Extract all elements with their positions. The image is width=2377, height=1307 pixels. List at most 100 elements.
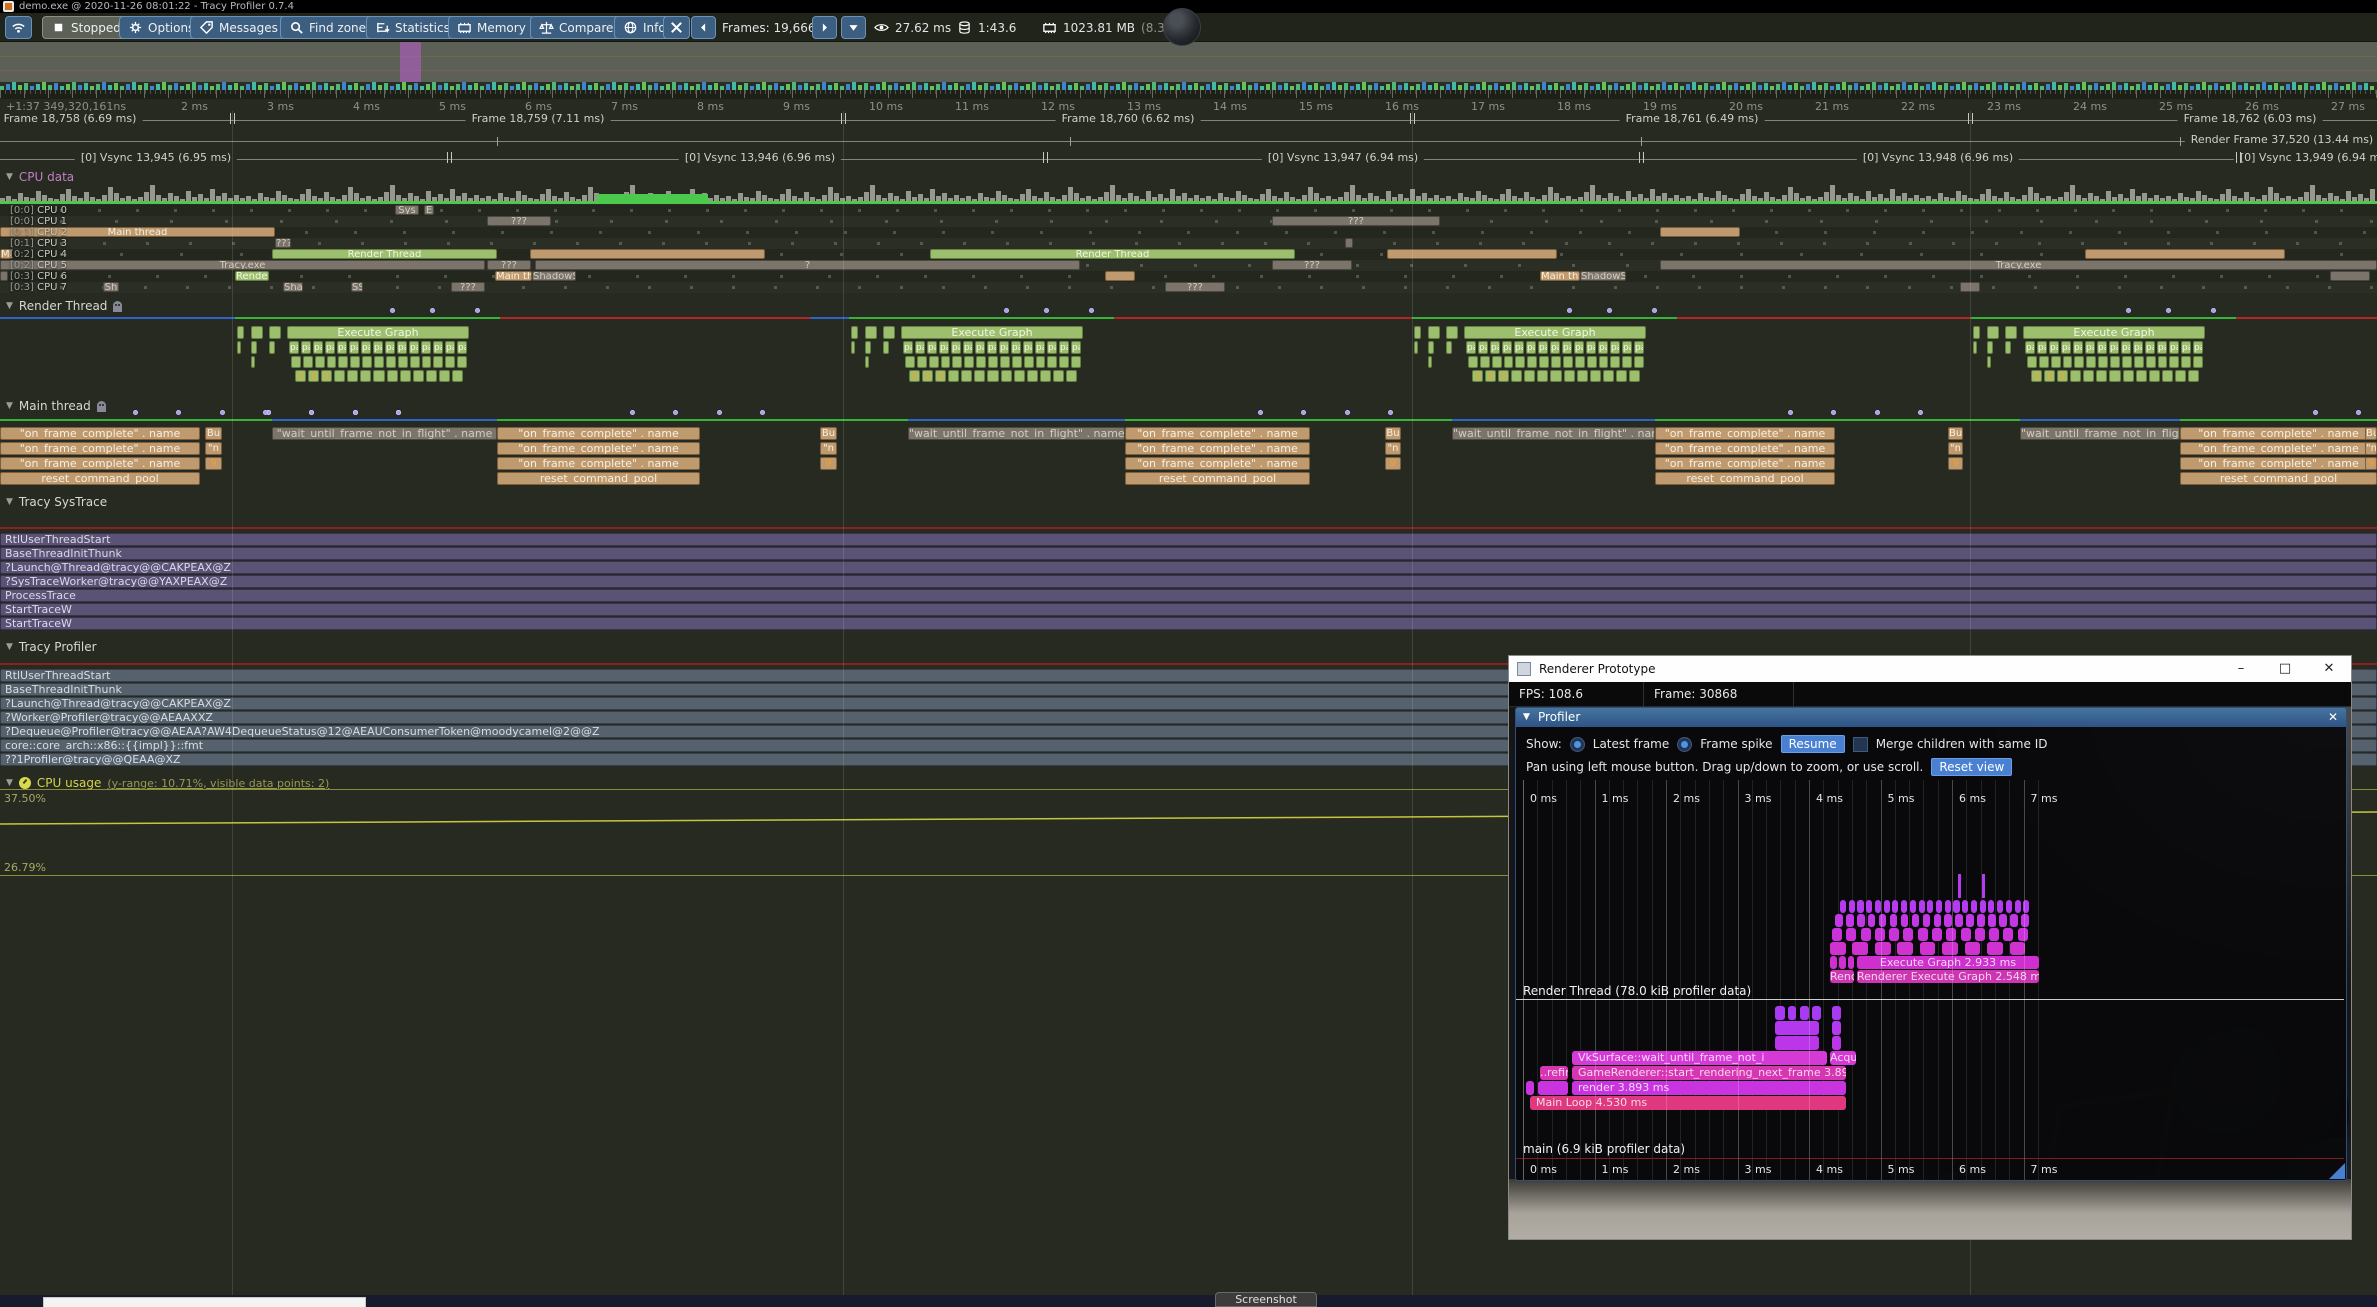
flame-bar[interactable]: ..refin: [1540, 1066, 1568, 1080]
imgui-profiler-panel[interactable]: ▼ Profiler ✕ Show: Latest frame Frame sp…: [1515, 707, 2347, 1181]
flame-bar[interactable]: [1955, 914, 1963, 927]
flame-bar[interactable]: [2003, 928, 2013, 941]
power-dial[interactable]: [1163, 8, 1201, 46]
collapse-arrow-icon[interactable]: ▼: [6, 778, 13, 788]
imgui-close-icon[interactable]: ✕: [2328, 708, 2338, 727]
flame-bar[interactable]: [1538, 1081, 1568, 1095]
maximize-button[interactable]: □: [2263, 656, 2307, 682]
flame-bar[interactable]: GameRenderer::start_rendering_next_frame…: [1572, 1066, 1846, 1080]
flame-bar[interactable]: Rende: [1830, 970, 1854, 983]
flame-bar[interactable]: [1526, 1081, 1534, 1095]
flame-bar[interactable]: Execute Graph 2.933 ms: [1857, 956, 2039, 969]
flame-bar[interactable]: [1961, 928, 1971, 941]
flame-bar[interactable]: [1975, 928, 1985, 941]
flame-bar[interactable]: [1999, 914, 2007, 927]
flame-bar[interactable]: [1923, 914, 1931, 927]
flame-bar[interactable]: [1910, 900, 1916, 913]
flame-bar[interactable]: [1852, 942, 1868, 955]
ghost-zones-icon[interactable]: [97, 401, 106, 412]
flame-bar[interactable]: [1775, 1021, 1819, 1035]
flame-bar[interactable]: [1868, 914, 1876, 927]
flame-bar[interactable]: [1934, 914, 1942, 927]
flame-bar[interactable]: [1788, 1006, 1796, 1020]
close-button[interactable]: ✕: [2307, 656, 2351, 682]
flame-bar[interactable]: [1944, 914, 1952, 927]
flame-bar[interactable]: [1932, 928, 1942, 941]
flame-bar[interactable]: Acquire: [1830, 1051, 1856, 1065]
flame-bar[interactable]: VkSurface::wait_until_frame_not_i: [1572, 1051, 1827, 1065]
flame-bar[interactable]: [1901, 900, 1907, 913]
flame-bar[interactable]: [1919, 900, 1925, 913]
flame-bar[interactable]: Renderer Execute Graph 2.548 ms: [1857, 970, 2039, 983]
flame-bar[interactable]: [1987, 942, 2003, 955]
flame-bar[interactable]: [1800, 1006, 1809, 1020]
flame-bar[interactable]: [1835, 914, 1843, 927]
flame-bar[interactable]: [2021, 914, 2029, 927]
flame-bar[interactable]: [1846, 928, 1856, 941]
ghost-zones-icon[interactable]: [113, 301, 122, 312]
flame-bar[interactable]: [1889, 928, 1899, 941]
flame-bar[interactable]: [1812, 1006, 1821, 1020]
flame-bar[interactable]: [1832, 1006, 1841, 1020]
section-header-cpu-usage[interactable]: ▼ CPU usage (y-range: 10.71%, visible da…: [6, 776, 329, 790]
flame-bar[interactable]: [1832, 1036, 1841, 1050]
collapse-arrow-icon[interactable]: ▼: [6, 172, 13, 182]
flame-bar[interactable]: [1953, 900, 1959, 913]
imgui-panel-header[interactable]: ▼ Profiler ✕: [1516, 708, 2346, 727]
flame-bar[interactable]: [1830, 956, 1837, 969]
resume-button[interactable]: Resume: [1781, 735, 1845, 753]
flame-bar[interactable]: [1846, 914, 1854, 927]
flame-bar[interactable]: [1832, 928, 1842, 941]
flame-graph-area[interactable]: 0 ms0 ms1 ms1 ms2 ms2 ms3 ms3 ms4 ms4 ms…: [1516, 780, 2346, 1180]
section-header-systrace[interactable]: ▼ Tracy SysTrace: [6, 495, 107, 509]
flame-bar[interactable]: [1901, 914, 1909, 927]
taskbar-window-item[interactable]: [43, 1297, 366, 1307]
section-header-main-thread[interactable]: ▼ Main thread: [6, 399, 106, 413]
flame-spike[interactable]: [1958, 874, 1961, 898]
minimize-button[interactable]: –: [2219, 656, 2263, 682]
flame-bar[interactable]: [1903, 928, 1913, 941]
section-header-tracy-profiler[interactable]: ▼ Tracy Profiler: [6, 640, 97, 654]
collapse-arrow-icon[interactable]: ▼: [6, 497, 13, 507]
renderer-window-titlebar[interactable]: Renderer Prototype – □ ✕: [1509, 656, 2351, 682]
flame-bar[interactable]: [1884, 900, 1890, 913]
merge-children-checkbox[interactable]: [1853, 737, 1868, 752]
section-header-cpu-data[interactable]: ▼ CPU data: [6, 170, 74, 184]
resize-grip[interactable]: [2329, 1163, 2345, 1179]
reset-view-button[interactable]: Reset view: [1931, 758, 2012, 776]
flame-bar[interactable]: [1897, 942, 1913, 955]
flame-bar[interactable]: [1849, 900, 1855, 913]
collapse-arrow-icon[interactable]: ▼: [6, 301, 13, 311]
flame-bar[interactable]: [1832, 1021, 1841, 1035]
flame-bar[interactable]: [2015, 900, 2021, 913]
flame-bar[interactable]: [1912, 914, 1920, 927]
collapse-arrow-icon[interactable]: ▼: [6, 642, 13, 652]
flame-bar[interactable]: Main Loop 4.530 ms: [1530, 1096, 1846, 1110]
flame-bar[interactable]: [1875, 942, 1891, 955]
flame-bar[interactable]: [1927, 900, 1933, 913]
flame-bar[interactable]: [2006, 900, 2012, 913]
flame-bar[interactable]: [1830, 942, 1846, 955]
flame-bar[interactable]: [1775, 1006, 1785, 1020]
flame-bar[interactable]: [1890, 914, 1898, 927]
flame-bar[interactable]: [1997, 900, 2003, 913]
flame-bar[interactable]: [1977, 914, 1985, 927]
flame-spike[interactable]: [1982, 874, 1985, 898]
flame-bar[interactable]: [1918, 928, 1928, 941]
flame-bar[interactable]: [1892, 900, 1898, 913]
flame-bar[interactable]: [1965, 942, 1981, 955]
flame-bar[interactable]: [1857, 900, 1863, 913]
renderer-prototype-window[interactable]: Renderer Prototype – □ ✕ FPS: 108.6 Fram…: [1508, 655, 2352, 1240]
section-header-render-thread[interactable]: ▼ Render Thread: [6, 299, 122, 313]
flame-bar[interactable]: [1840, 900, 1846, 913]
flame-bar[interactable]: [1775, 1036, 1819, 1050]
flame-bar[interactable]: [1839, 956, 1846, 969]
flame-bar[interactable]: [1980, 900, 1986, 913]
flame-bar[interactable]: [1920, 942, 1936, 955]
collapse-arrow-icon[interactable]: ▼: [6, 401, 13, 411]
collapse-arrow-icon[interactable]: ▼: [1523, 708, 1530, 727]
flame-bar[interactable]: [1962, 900, 1968, 913]
flame-bar[interactable]: [1857, 914, 1865, 927]
flame-bar[interactable]: [1866, 900, 1872, 913]
latest-frame-radio[interactable]: [1570, 737, 1585, 752]
